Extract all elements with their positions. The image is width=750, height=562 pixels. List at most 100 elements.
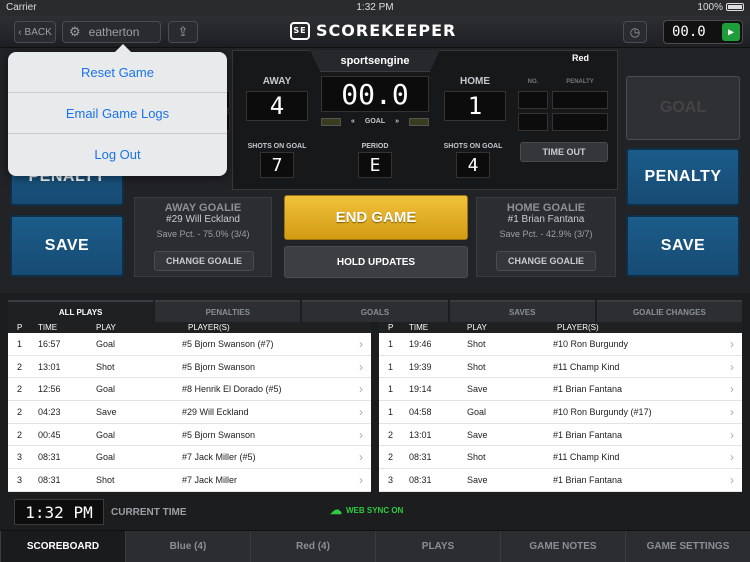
- row-players: #1 Brian Fantana: [553, 384, 623, 395]
- row-period: 2: [17, 361, 23, 372]
- table-row[interactable]: 2 08:31 Shot #11 Champ Kind ›: [379, 446, 742, 470]
- web-sync-label: WEB SYNC ON: [346, 505, 404, 515]
- end-game-button[interactable]: END GAME: [284, 195, 468, 240]
- home-penalty-time-1: [552, 91, 608, 109]
- battery-indicator: 100%: [697, 2, 744, 13]
- tab-scoreboard[interactable]: SCOREBOARD: [0, 531, 125, 562]
- period-label: PERIOD: [361, 143, 389, 150]
- row-time: 08:31: [38, 475, 61, 486]
- save-right-button[interactable]: SAVE: [626, 215, 740, 277]
- away-goalie-save-pct: Save Pct. - 75.0% (3/4): [156, 229, 250, 239]
- account-popover-menu: Reset Game Email Game Logs Log Out: [8, 44, 227, 176]
- tab-blue-roster[interactable]: Blue (4): [125, 531, 250, 562]
- chevron-right-icon: ›: [730, 450, 734, 465]
- cloud-sync-icon: ☁: [330, 503, 342, 517]
- row-players: #8 Henrik El Dorado (#5): [182, 384, 282, 395]
- bottom-tab-bar: SCOREBOARD Blue (4) Red (4) PLAYS GAME N…: [0, 530, 750, 562]
- penalty-no-label: NO.: [527, 79, 539, 85]
- table-row[interactable]: 2 12:56 Goal #8 Henrik El Dorado (#5) ›: [8, 378, 371, 402]
- goal-right-button[interactable]: GOAL: [626, 76, 740, 140]
- tab-game-notes[interactable]: GAME NOTES: [500, 531, 625, 562]
- row-play: Save: [467, 475, 488, 486]
- home-penalty-no-1: [518, 91, 548, 109]
- share-button[interactable]: ⇪: [168, 21, 198, 43]
- chevron-right-icon: ›: [730, 337, 734, 351]
- col-time: TIME: [409, 323, 429, 332]
- clock-settings-button[interactable]: ◷: [623, 21, 647, 43]
- reset-game-menu-item[interactable]: Reset Game: [8, 52, 227, 93]
- time-out-button[interactable]: TIME OUT: [520, 142, 608, 162]
- tab-goalie-changes[interactable]: GOALIE CHANGES: [596, 300, 743, 322]
- col-period: P: [388, 323, 394, 332]
- back-label: BACK: [24, 26, 52, 38]
- account-menu-button[interactable]: ⚙ eatherton: [62, 21, 161, 43]
- table-row[interactable]: 2 13:01 Shot #5 Bjorn Swanson ›: [8, 356, 371, 379]
- tab-red-roster[interactable]: Red (4): [250, 531, 375, 562]
- away-goalie-title: AWAY GOALIE: [164, 202, 242, 214]
- save-left-button[interactable]: SAVE: [10, 215, 124, 277]
- logo-text: SCOREKEEPER: [316, 21, 457, 40]
- filter-tabs: ALL PLAYS PENALTIES GOALS SAVES GOALIE C…: [8, 300, 743, 322]
- chevron-right-icon: ›: [359, 427, 363, 442]
- table-row[interactable]: 1 19:46 Shot #10 Ron Burgundy ›: [379, 333, 742, 356]
- row-players: #1 Brian Fantana: [553, 475, 623, 486]
- away-label: AWAY: [262, 76, 292, 87]
- home-penalty-time-2: [552, 113, 608, 131]
- row-time: 13:01: [38, 361, 61, 372]
- away-change-goalie-button[interactable]: CHANGE GOALIE: [154, 251, 254, 271]
- row-time: 19:14: [409, 384, 432, 395]
- row-players: #10 Ron Burgundy: [553, 339, 629, 349]
- row-players: #1 Brian Fantana: [553, 429, 623, 440]
- hold-updates-button[interactable]: HOLD UPDATES: [284, 246, 468, 278]
- game-clock-control[interactable]: 00.0 ▶: [663, 20, 743, 44]
- email-game-logs-menu-item[interactable]: Email Game Logs: [8, 93, 227, 134]
- chevron-right-icon: ›: [730, 405, 734, 420]
- row-period: 1: [388, 339, 394, 349]
- table-row[interactable]: 2 04:23 Save #29 Will Eckland ›: [8, 401, 371, 424]
- row-play: Shot: [96, 475, 115, 486]
- home-plays-table: P TIME PLAY PLAYER(S) 1 19:46 Shot #10 Ron …: [379, 322, 742, 492]
- table-row[interactable]: 1 19:39 Shot #11 Champ Kind ›: [379, 356, 742, 379]
- table-row[interactable]: 2 00:45 Goal #5 Bjorn Swanson ›: [8, 424, 371, 447]
- tab-plays[interactable]: PLAYS: [375, 531, 500, 562]
- home-label: HOME: [460, 76, 490, 87]
- table-row[interactable]: 1 04:58 Goal #10 Ron Burgundy (#17) ›: [379, 401, 742, 424]
- row-period: 3: [388, 475, 394, 486]
- row-period: 2: [388, 429, 394, 440]
- tab-game-settings[interactable]: GAME SETTINGS: [625, 531, 750, 562]
- table-row[interactable]: 1 16:57 Goal #5 Bjorn Swanson (#7) ›: [8, 333, 371, 356]
- table-row[interactable]: 3 08:31 Save #1 Brian Fantana ›: [379, 469, 742, 492]
- home-change-goalie-button[interactable]: CHANGE GOALIE: [496, 251, 596, 271]
- row-players: #11 Champ Kind: [553, 361, 620, 372]
- tab-penalties[interactable]: PENALTIES: [155, 300, 301, 322]
- table-row[interactable]: 2 13:01 Save #1 Brian Fantana ›: [379, 424, 742, 447]
- away-plays-table: P TIME PLAY PLAYER(S) 1 16:57 Goal #5 Bjorn…: [8, 322, 371, 492]
- table-row[interactable]: 3 08:31 Goal #7 Jack Miller (#5) ›: [8, 446, 371, 470]
- row-players: #10 Ron Burgundy (#17): [553, 407, 652, 418]
- penalty-right-button[interactable]: PENALTY: [626, 148, 740, 206]
- row-play: Shot: [467, 339, 486, 349]
- table-row[interactable]: 1 19:14 Save #1 Brian Fantana ›: [379, 378, 742, 402]
- tab-goals[interactable]: GOALS: [302, 300, 448, 322]
- row-play: Shot: [467, 361, 486, 372]
- back-button[interactable]: ‹ BACK: [14, 21, 56, 43]
- row-period: 3: [17, 475, 23, 486]
- chevron-right-icon: ›: [359, 359, 363, 374]
- row-play: Save: [467, 429, 488, 440]
- tab-all-plays[interactable]: ALL PLAYS: [8, 300, 154, 322]
- row-time: 08:31: [409, 475, 432, 486]
- log-out-menu-item[interactable]: Log Out: [8, 134, 227, 175]
- row-time: 04:23: [38, 407, 61, 418]
- tab-saves[interactable]: SAVES: [449, 300, 595, 322]
- table-row[interactable]: 3 08:31 Shot #7 Jack Miller ›: [8, 469, 371, 492]
- row-play: Save: [467, 384, 488, 395]
- row-period: 1: [388, 384, 394, 395]
- web-sync-status: ☁ WEB SYNC ON: [330, 503, 403, 517]
- logo-badge: SE: [290, 21, 310, 40]
- red-team-label: Red: [572, 53, 590, 63]
- battery-percent: 100%: [697, 2, 723, 13]
- status-time: 1:32 PM: [356, 2, 394, 13]
- play-icon[interactable]: ▶: [722, 23, 740, 41]
- game-clock-display: 00.0: [672, 24, 706, 40]
- row-play: Goal: [467, 407, 487, 418]
